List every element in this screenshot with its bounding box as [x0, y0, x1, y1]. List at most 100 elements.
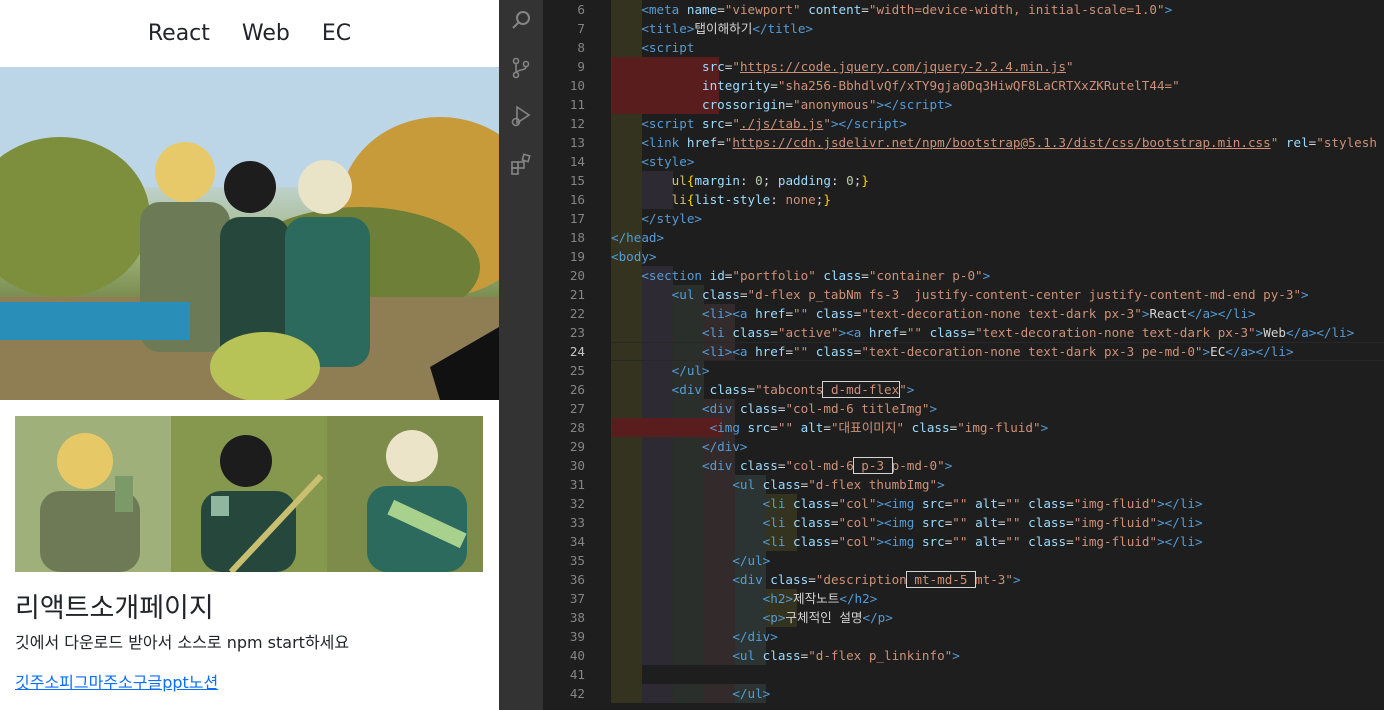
- source-control-icon[interactable]: [509, 56, 533, 80]
- code-line[interactable]: 28 <img src="" alt="대표이미지" class="img-fl…: [543, 418, 1384, 437]
- code-line[interactable]: 18 </head>: [543, 228, 1384, 247]
- code-text: <li class="col"><img src="" alt="" class…: [762, 515, 1203, 530]
- thumbnail-1[interactable]: [15, 416, 171, 572]
- line-number: 25: [569, 363, 585, 378]
- code-line[interactable]: 12 <script src="./js/tab.js"></script>: [543, 114, 1384, 133]
- line-number: 15: [569, 173, 585, 188]
- line-number: 29: [569, 439, 585, 454]
- code-line[interactable]: 14 <style>: [543, 152, 1384, 171]
- line-number: 30: [569, 458, 585, 473]
- code-text: <ul class="d-flex p_tabNm fs-3 justify-c…: [671, 287, 1309, 302]
- code-line[interactable]: 30 <div class="col-md-6 p-3 p-md-0">: [543, 456, 1384, 475]
- line-number: 9: [577, 59, 585, 74]
- search-icon[interactable]: [509, 8, 533, 32]
- description-title: 리액트소개페이지: [15, 593, 214, 624]
- code-line[interactable]: 40 <ul class="d-flex p_linkinfo">: [543, 646, 1384, 665]
- code-editor[interactable]: 6 <meta name="viewport" content="width=d…: [543, 0, 1384, 710]
- code-line[interactable]: 17 </style>: [543, 209, 1384, 228]
- code-text: </ul>: [671, 363, 710, 378]
- code-text: </style>: [641, 211, 703, 226]
- code-text: integrity="sha256-BbhdlvQf/xTY9gja0Dq3Hi…: [702, 78, 1180, 93]
- code-text: <body>: [611, 249, 657, 264]
- code-text: </div>: [732, 629, 778, 644]
- code-text: <title>탭이해하기</title>: [641, 21, 814, 36]
- code-line[interactable]: 34 <li class="col"><img src="" alt="" cl…: [543, 532, 1384, 551]
- line-number: 35: [569, 553, 585, 568]
- code-text: <p>구체적인 설명</p>: [762, 610, 893, 625]
- line-number: 20: [569, 268, 585, 283]
- line-number: 17: [569, 211, 585, 226]
- indent-guide: [611, 665, 642, 684]
- code-line[interactable]: 31 <ul class="d-flex thumbImg">: [543, 475, 1384, 494]
- code-line[interactable]: 20 <section id="portfolio" class="contai…: [543, 266, 1384, 285]
- line-number: 33: [569, 515, 585, 530]
- line-number: 16: [569, 192, 585, 207]
- code-text: <li class="col"><img src="" alt="" class…: [762, 496, 1203, 511]
- code-text: </div>: [702, 439, 748, 454]
- line-number: 41: [569, 667, 585, 682]
- code-text: <ul class="d-flex thumbImg">: [732, 477, 945, 492]
- code-text: </ul>: [732, 686, 771, 701]
- code-line[interactable]: 11 crossorigin="anonymous"></script>: [543, 95, 1384, 114]
- code-line[interactable]: 25 </ul>: [543, 361, 1384, 380]
- extensions-icon[interactable]: [509, 152, 533, 176]
- code-line[interactable]: 38 <p>구체적인 설명</p>: [543, 608, 1384, 627]
- code-line[interactable]: 32 <li class="col"><img src="" alt="" cl…: [543, 494, 1384, 513]
- code-line[interactable]: 8 <script: [543, 38, 1384, 57]
- browser-preview: React Web EC 리액트소개페이지 깃에서 다운로드 받아서 소스로 n…: [0, 0, 499, 710]
- code-line[interactable]: 27 <div class="col-md-6 titleImg">: [543, 399, 1384, 418]
- line-number: 28: [569, 420, 585, 435]
- code-line[interactable]: 9 src="https://code.jquery.com/jquery-2.…: [543, 57, 1384, 76]
- code-line[interactable]: 7 <title>탭이해하기</title>: [543, 19, 1384, 38]
- code-line[interactable]: 39 </div>: [543, 627, 1384, 646]
- line-number: 8: [577, 40, 585, 55]
- hero-image: [0, 67, 499, 400]
- code-line[interactable]: 21 <ul class="d-flex p_tabNm fs-3 justif…: [543, 285, 1384, 304]
- line-number: 22: [569, 306, 585, 321]
- tab-web[interactable]: Web: [226, 21, 306, 46]
- code-text: <div class="col-md-6 titleImg">: [702, 401, 938, 416]
- hero-photo-illustration: [0, 67, 499, 400]
- tab-ec[interactable]: EC: [306, 21, 367, 46]
- code-text: <ul class="d-flex p_linkinfo">: [732, 648, 960, 663]
- code-line[interactable]: 36 <div class="description mt-md-5 mt-3"…: [543, 570, 1384, 589]
- code-line[interactable]: 13 <link href="https://cdn.jsdelivr.net/…: [543, 133, 1384, 152]
- code-line[interactable]: 19 <body>: [543, 247, 1384, 266]
- code-text: <li class="col"><img src="" alt="" class…: [762, 534, 1203, 549]
- tab-nav: React Web EC: [0, 0, 499, 67]
- line-number: 11: [569, 97, 585, 112]
- code-line[interactable]: 10 integrity="sha256-BbhdlvQf/xTY9gja0Dq…: [543, 76, 1384, 95]
- code-text: <div class="tabconts d-md-flex">: [671, 381, 915, 398]
- code-line[interactable]: 16 li{list-style: none;}: [543, 190, 1384, 209]
- thumbnail-2[interactable]: [171, 416, 327, 572]
- line-number: 39: [569, 629, 585, 644]
- thumbnail-image: [327, 416, 483, 572]
- code-line[interactable]: 26 <div class="tabconts d-md-flex">: [543, 380, 1384, 399]
- line-number: 34: [569, 534, 585, 549]
- thumbnail-image: [171, 416, 327, 572]
- code-line[interactable]: 15 ul{margin: 0; padding: 0;}: [543, 171, 1384, 190]
- code-line[interactable]: 35 </ul>: [543, 551, 1384, 570]
- code-text: <meta name="viewport" content="width=dev…: [641, 2, 1173, 17]
- code-line[interactable]: 29 </div>: [543, 437, 1384, 456]
- line-number: 10: [569, 78, 585, 93]
- link-info[interactable]: 깃주소피그마주소구글ppt노션: [15, 669, 218, 693]
- line-number: 14: [569, 154, 585, 169]
- thumbnail-3[interactable]: [327, 416, 483, 572]
- line-number: 31: [569, 477, 585, 492]
- code-line[interactable]: 37 <h2>제작노트</h2>: [543, 589, 1384, 608]
- code-line[interactable]: 6 <meta name="viewport" content="width=d…: [543, 0, 1384, 19]
- code-text: <link href="https://cdn.jsdelivr.net/npm…: [641, 135, 1377, 150]
- thumbnail-list: [15, 416, 483, 572]
- code-text: <li><a href="" class="text-decoration-no…: [702, 344, 1294, 359]
- code-line[interactable]: 24 <li><a href="" class="text-decoration…: [543, 342, 1384, 361]
- code-line[interactable]: 41: [543, 665, 1384, 684]
- line-number: 38: [569, 610, 585, 625]
- code-text: <h2>제작노트</h2>: [762, 591, 878, 606]
- tab-react[interactable]: React: [132, 21, 226, 46]
- code-line[interactable]: 23 <li class="active"><a href="" class="…: [543, 323, 1384, 342]
- run-debug-icon[interactable]: [509, 104, 533, 128]
- code-line[interactable]: 33 <li class="col"><img src="" alt="" cl…: [543, 513, 1384, 532]
- code-line[interactable]: 42 </ul>: [543, 684, 1384, 703]
- code-line[interactable]: 22 <li><a href="" class="text-decoration…: [543, 304, 1384, 323]
